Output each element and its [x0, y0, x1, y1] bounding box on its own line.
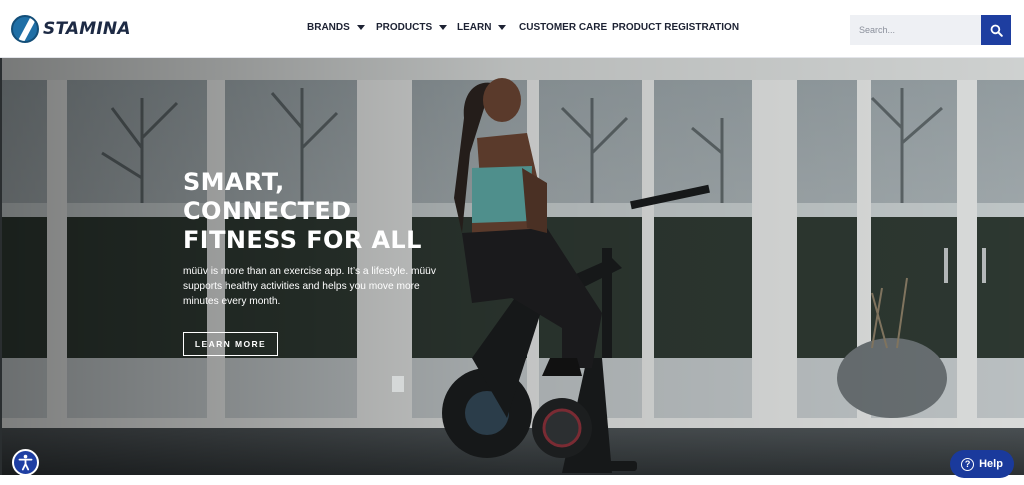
accessibility-button[interactable] — [12, 449, 39, 476]
page-bottom-strip — [0, 475, 1024, 485]
help-button[interactable]: ? Help — [950, 450, 1014, 478]
search-button[interactable] — [981, 15, 1011, 45]
nav-product-registration-label: PRODUCT REGISTRATION — [612, 22, 740, 33]
search-input[interactable] — [850, 15, 981, 45]
nav-customer-care[interactable]: CUSTOMER CARE — [519, 22, 607, 33]
learn-more-button[interactable]: LEARN MORE — [183, 332, 278, 356]
nav-brands[interactable]: BRANDS — [307, 22, 365, 33]
logo-mark-icon — [11, 15, 39, 43]
nav-brands-label: BRANDS — [307, 22, 350, 33]
hero-title-line-3: FITNESS FOR ALL — [183, 226, 422, 254]
accessibility-icon — [18, 454, 33, 471]
question-icon: ? — [961, 457, 975, 471]
stamina-logo[interactable]: STAMINA — [11, 14, 131, 44]
site-header: STAMINA BRANDS PRODUCTS LEARN CUSTOMER C… — [0, 0, 1024, 58]
nav-customer-care-label: CUSTOMER CARE — [519, 22, 608, 33]
search-form — [850, 15, 1011, 45]
hero-banner: SMART, CONNECTED FITNESS FOR ALL müüv is… — [0, 58, 1024, 475]
hero-title: SMART, CONNECTED FITNESS FOR ALL — [183, 168, 463, 255]
nav-products-label: PRODUCTS — [376, 22, 433, 33]
hero-title-line-2: CONNECTED — [183, 197, 352, 225]
chevron-down-icon — [498, 25, 507, 30]
hero-description: müüv is more than an exercise app. It’s … — [183, 266, 436, 307]
hero-background-image — [2, 58, 1024, 475]
search-icon — [990, 24, 1003, 37]
nav-learn-label: LEARN — [457, 22, 492, 33]
chevron-down-icon — [356, 25, 365, 30]
chevron-down-icon — [439, 25, 448, 30]
nav-products[interactable]: PRODUCTS — [376, 22, 448, 33]
nav-product-registration[interactable]: PRODUCT REGISTRATION — [612, 22, 739, 33]
logo-text: STAMINA — [43, 19, 131, 39]
help-label: Help — [979, 458, 1003, 470]
hero-title-line-1: SMART, — [183, 168, 285, 196]
nav-learn[interactable]: LEARN — [457, 22, 507, 33]
